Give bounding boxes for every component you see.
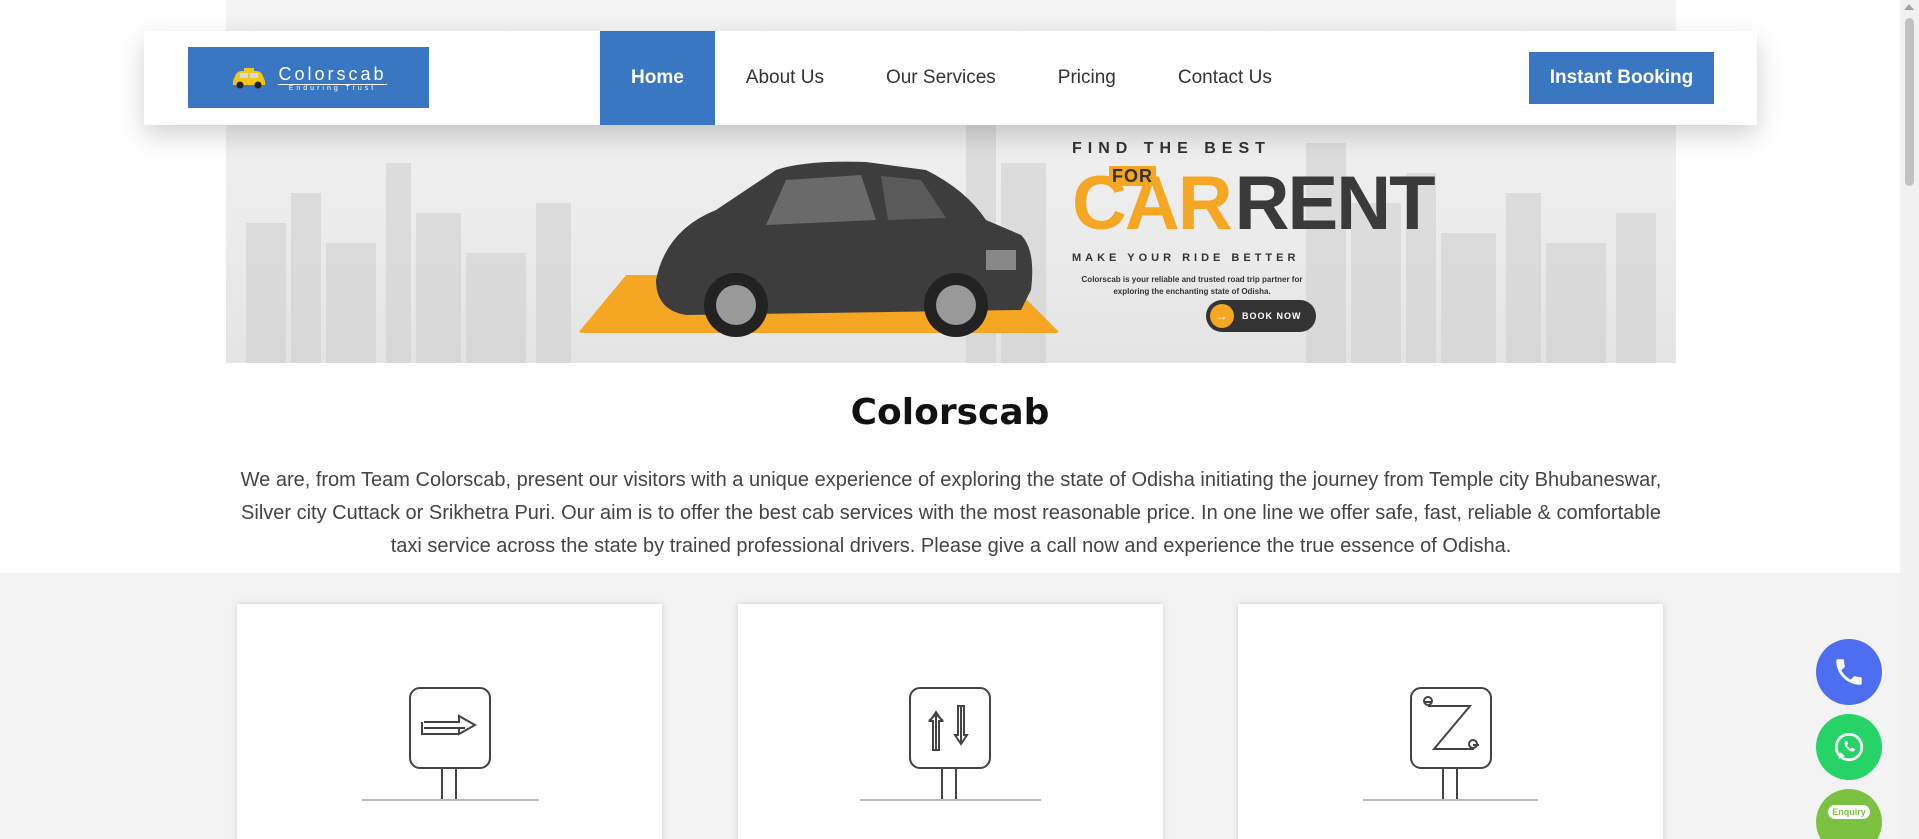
phone-icon: [1836, 659, 1862, 685]
whatsapp-icon: [1834, 732, 1864, 762]
hero-tagline: MAKE YOUR RIDE BETTER: [1072, 252, 1300, 264]
scrollbar-thumb[interactable]: [1905, 18, 1914, 186]
whatsapp-button[interactable]: [1816, 714, 1882, 780]
intro-text: We are, from Team Colorscab, present our…: [240, 469, 1662, 557]
scroll-up-arrow-icon[interactable]: [1904, 4, 1914, 10]
feature-card-multi-route[interactable]: [1238, 604, 1663, 839]
one-way-sign-icon: [362, 687, 539, 801]
navbar: Colorscab Enduring Trust Home About Us O…: [144, 31, 1757, 125]
logo-title: Colorscab: [278, 63, 387, 85]
hero-line1: FIND THE BEST: [1072, 140, 1271, 157]
feature-card-round-trip[interactable]: [738, 604, 1163, 839]
arrow-right-icon: →: [1210, 304, 1234, 328]
nav-item-contact-us[interactable]: Contact Us: [1147, 31, 1303, 125]
round-trip-sign-icon: [860, 687, 1041, 801]
multi-route-sign-icon: [1363, 687, 1538, 801]
book-now-button[interactable]: → BOOK NOW: [1206, 300, 1316, 332]
logo[interactable]: Colorscab Enduring Trust: [188, 47, 429, 108]
taxi-icon: [233, 67, 266, 88]
hero-headline: FIND THE BEST CAR FOR RENT MAKE YOUR RIDE…: [1072, 140, 1436, 332]
car-image: [656, 161, 1033, 337]
nav-item-home[interactable]: Home: [600, 31, 715, 125]
hero-description: Colorscab is your reliable and trusted r…: [1081, 275, 1303, 296]
intro-title: Colorscab: [850, 392, 1050, 433]
main-menu: Home About Us Our Services Pricing Conta…: [600, 31, 1303, 125]
call-button[interactable]: [1816, 639, 1882, 705]
hero-for-badge: FOR: [1109, 166, 1156, 186]
nav-item-pricing[interactable]: Pricing: [1027, 31, 1147, 125]
enquiry-label: Enquiry: [1828, 805, 1870, 819]
nav-item-about-us[interactable]: About Us: [715, 31, 855, 125]
logo-subtitle: Enduring Trust: [288, 84, 377, 92]
features-section: [0, 573, 1900, 839]
nav-item-our-services[interactable]: Our Services: [855, 31, 1027, 125]
book-now-label: BOOK NOW: [1242, 311, 1302, 321]
hero-rent-word: RENT: [1234, 161, 1436, 246]
instant-booking-button[interactable]: Instant Booking: [1529, 52, 1714, 104]
feature-card-one-way[interactable]: [237, 604, 662, 839]
page-scrollbar[interactable]: [1900, 0, 1919, 839]
